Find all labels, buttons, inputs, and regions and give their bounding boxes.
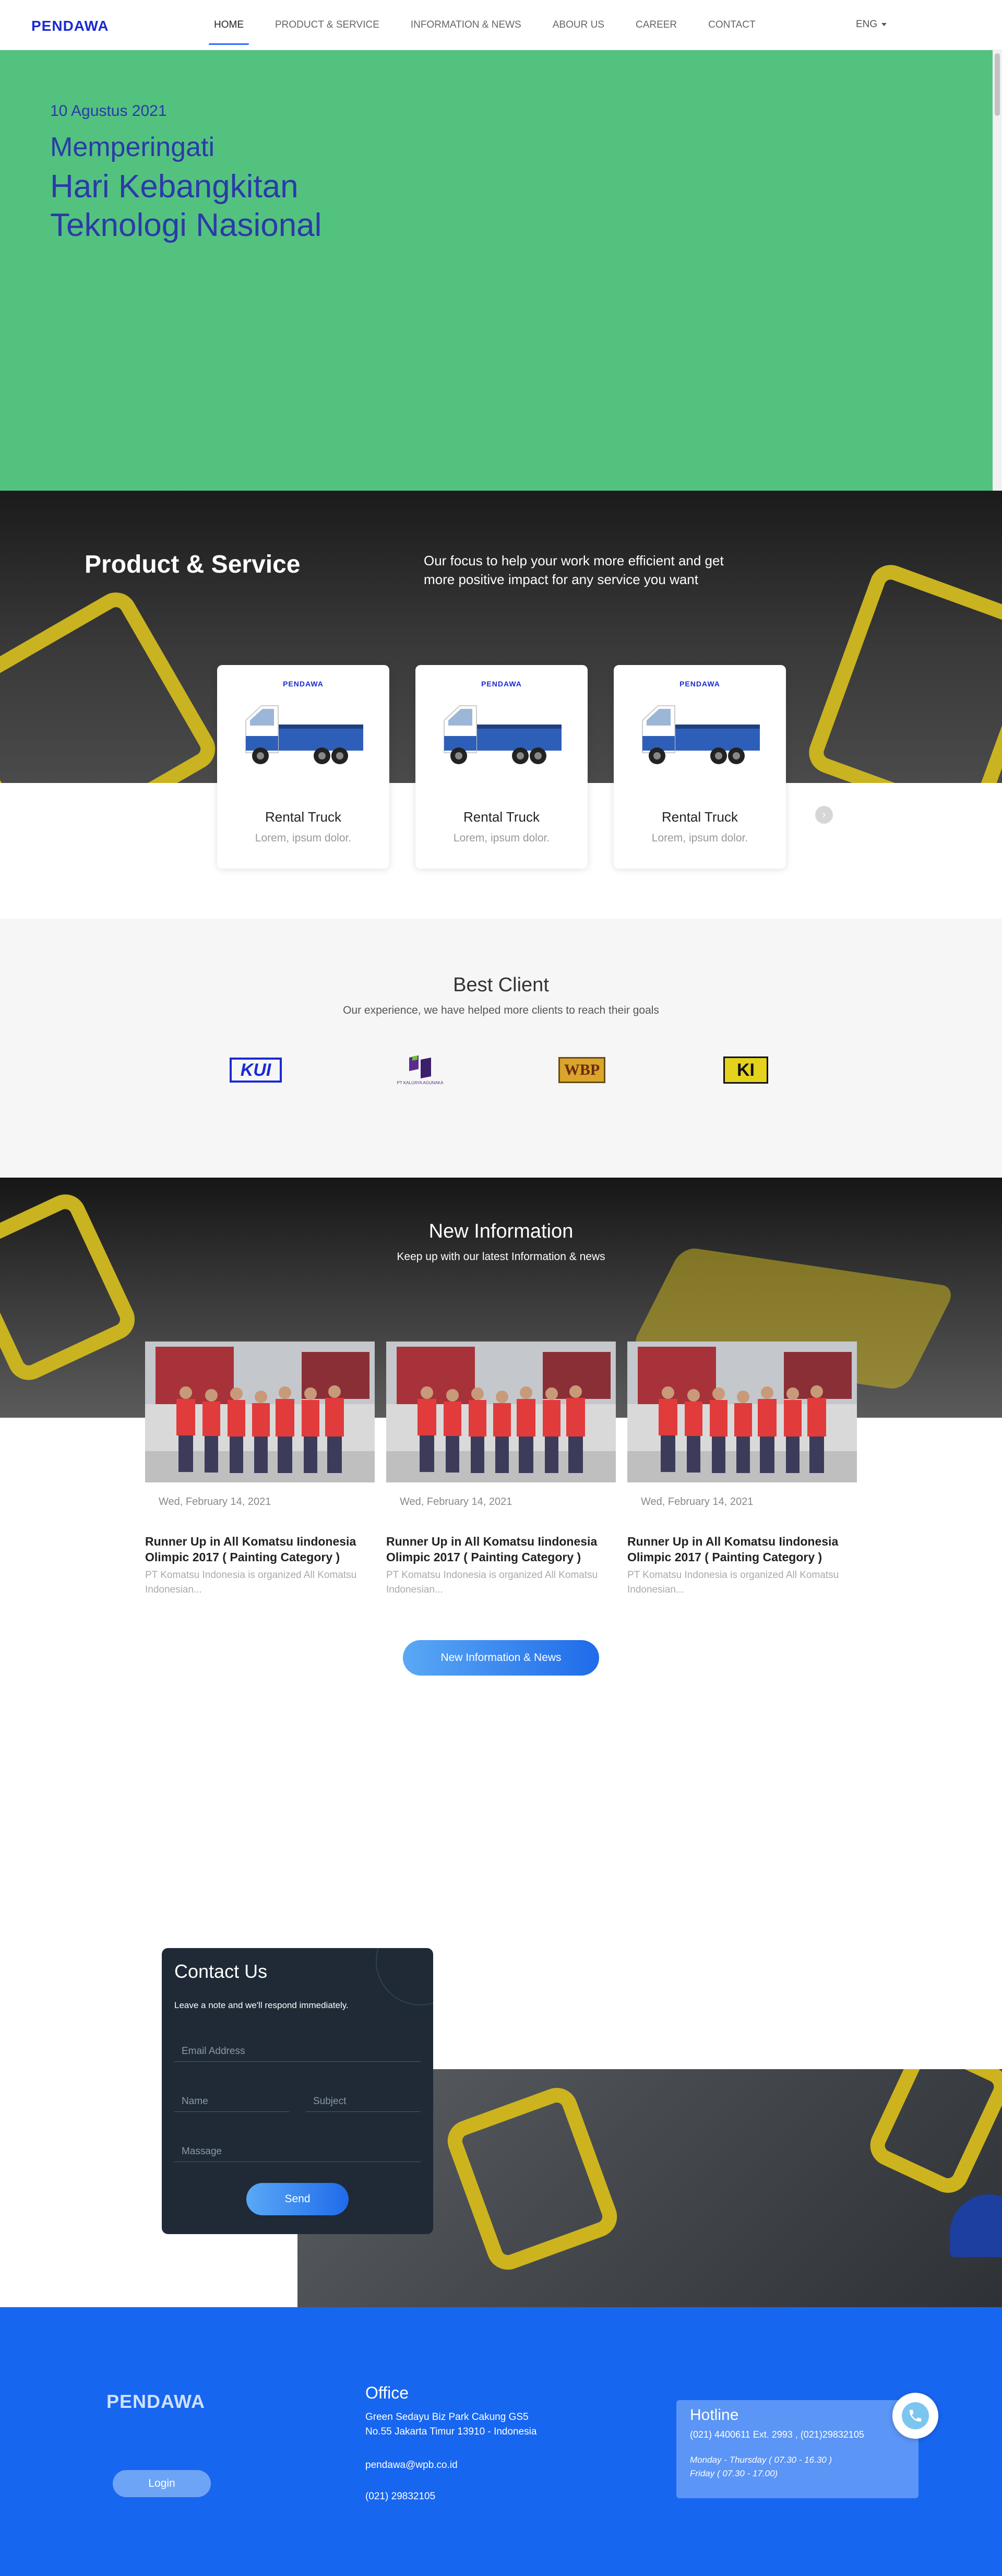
kalijaya-logo-icon [409,1055,431,1078]
main-menu: HOME PRODUCT & SERVICE INFORMATION & NEW… [198,0,771,50]
scrollbar-thumb[interactable] [995,53,1000,116]
product-card[interactable]: PENDAWA Rental Truck Lorem, ipsum dolor. [415,665,588,869]
decorative-yellow-shape [0,585,223,783]
product-section-title: Product & Service [85,551,301,578]
office-email[interactable]: pendawa@wpb.co.id [365,2460,458,2471]
product-section-description: Our focus to help your work more efficie… [424,553,724,587]
news-card[interactable]: Wed, February 14, 2021 Runner Up in All … [145,1342,375,1613]
product-card-title: Rental Truck [662,809,738,825]
truck-image [245,705,363,764]
client-logo-wbp: WBP [558,1054,605,1086]
decorative-circle [376,1948,433,2005]
news-image [627,1342,857,1482]
decorative-yellow-shape [442,2082,623,2276]
product-card-subtitle: Lorem, ipsum dolor. [453,832,550,844]
client-logo-kui-text: KUI [230,1058,282,1083]
brand-logo-text: PENDAWA [31,18,109,34]
news-card[interactable]: Wed, February 14, 2021 Runner Up in All … [386,1342,616,1613]
nav-item-home[interactable]: HOME [198,0,259,50]
login-button[interactable]: Login [113,2470,211,2497]
product-card-title: Rental Truck [463,809,540,825]
news-date: Wed, February 14, 2021 [400,1496,512,1507]
nav-item-about-us[interactable]: ABOUR US [537,0,620,50]
nav-item-product-service[interactable]: PRODUCT & SERVICE [259,0,395,50]
contact-title: Contact Us [174,1961,268,1982]
language-label: ENG [856,19,878,30]
footer-logo[interactable]: PENDAWA [106,2391,205,2413]
client-logo-kalijaya-text: PT KALIJAYA AGUNAKA [397,1080,444,1085]
hero-date: 10 Agustus 2021 [50,102,167,120]
product-card-brand: PENDAWA [283,680,324,688]
hotline-numbers: (021) 4400611 Ext. 2993 , (021)29832105 [690,2429,864,2440]
news-date: Wed, February 14, 2021 [641,1496,754,1507]
client-logo-wbp-text: WBP [558,1057,605,1083]
carousel-next-button[interactable]: › [815,806,833,824]
chevron-right-icon: › [822,809,826,821]
client-section-subtitle: Our experience, we have helped more clie… [343,1004,659,1016]
news-headline[interactable]: Runner Up in All Komatsu Iindonesia Olim… [386,1534,616,1565]
subject-field[interactable]: Subject [306,2091,421,2112]
product-card-brand: PENDAWA [481,680,522,688]
office-address-line1: Green Sedayu Biz Park Cakung GS5 [365,2412,529,2423]
news-excerpt: PT Komatsu Indonesia is organized All Ko… [386,1570,598,1595]
hotline-hours: Monday - Thursday ( 07.30 - 16.30 ) Frid… [690,2453,832,2480]
phone-call-button[interactable] [892,2393,938,2439]
chevron-down-icon [881,22,887,26]
news-headline[interactable]: Runner Up in All Komatsu Iindonesia Olim… [627,1534,857,1565]
truck-image [444,705,562,764]
news-image [145,1342,375,1482]
client-logo-kui: KUI [230,1054,282,1086]
nav-item-contact[interactable]: CONTACT [693,0,771,50]
news-section-subtitle: Keep up with our latest Information & ne… [397,1251,605,1263]
top-navbar: PENDAWA HOME PRODUCT & SERVICE INFORMATI… [0,0,1002,50]
phone-icon [902,2402,929,2429]
office-phone[interactable]: (021) 29832105 [365,2491,435,2502]
hero-heading-line1: Memperingati [50,132,215,162]
hotline-hours-friday: Friday ( 07.30 - 17.00) [690,2468,778,2478]
hotline-hours-weekday: Monday - Thursday ( 07.30 - 16.30 ) [690,2455,832,2465]
product-card-brand: PENDAWA [679,680,720,688]
decorative-yellow-shape [803,559,1002,783]
client-logo-ki-text: KI [723,1056,768,1084]
news-image [386,1342,616,1482]
hero-heading-line3: Teknologi Nasional [50,207,322,243]
decorative-yellow-shape [0,1188,142,1387]
office-title: Office [365,2383,409,2402]
client-section-title: Best Client [453,974,549,996]
news-excerpt: PT Komatsu Indonesia is organized All Ko… [145,1570,357,1595]
helmet-shape [950,2194,1002,2257]
product-card-subtitle: Lorem, ipsum dolor. [255,832,352,844]
product-card[interactable]: PENDAWA Rental Truck Lorem, ipsum dolor. [614,665,786,869]
client-logo-ki: KI [723,1054,768,1086]
product-card-subtitle: Lorem, ipsum dolor. [651,832,748,844]
product-card[interactable]: PENDAWA Rental Truck Lorem, ipsum dolor. [217,665,389,869]
send-button[interactable]: Send [246,2183,349,2215]
more-news-button[interactable]: New Information & News [403,1640,599,1676]
news-card[interactable]: Wed, February 14, 2021 Runner Up in All … [627,1342,857,1613]
news-excerpt: PT Komatsu Indonesia is organized All Ko… [627,1570,839,1595]
client-logo-kalijaya: PT KALIJAYA AGUNAKA [391,1054,449,1086]
contact-note: Leave a note and we'll respond immediate… [174,2000,349,2010]
language-dropdown[interactable]: ENG [856,19,887,30]
news-date: Wed, February 14, 2021 [159,1496,271,1507]
hotline-title: Hotline [690,2406,739,2424]
brand-logo[interactable]: PENDAWA [31,18,109,34]
name-field[interactable]: Name [174,2091,289,2112]
decorative-yellow-shape [863,2069,1002,2200]
news-headline[interactable]: Runner Up in All Komatsu Iindonesia Olim… [145,1534,375,1565]
message-field[interactable]: Massage [174,2141,421,2162]
phone-glyph [909,2409,922,2422]
nav-item-information-news[interactable]: INFORMATION & NEWS [395,0,537,50]
scrollbar[interactable] [993,50,1002,491]
client-section [0,919,1002,1178]
truck-image [642,705,760,764]
nav-item-career[interactable]: CAREER [620,0,693,50]
email-field[interactable]: Email Address [174,2041,421,2062]
hero-heading-line2: Hari Kebangkitan [50,169,299,205]
contact-form-card: Contact Us Leave a note and we'll respon… [162,1948,433,2234]
news-section-title: New Information [428,1220,574,1242]
office-address-line2: No.55 Jakarta Timur 13910 - Indonesia [365,2426,537,2437]
product-card-title: Rental Truck [265,809,341,825]
